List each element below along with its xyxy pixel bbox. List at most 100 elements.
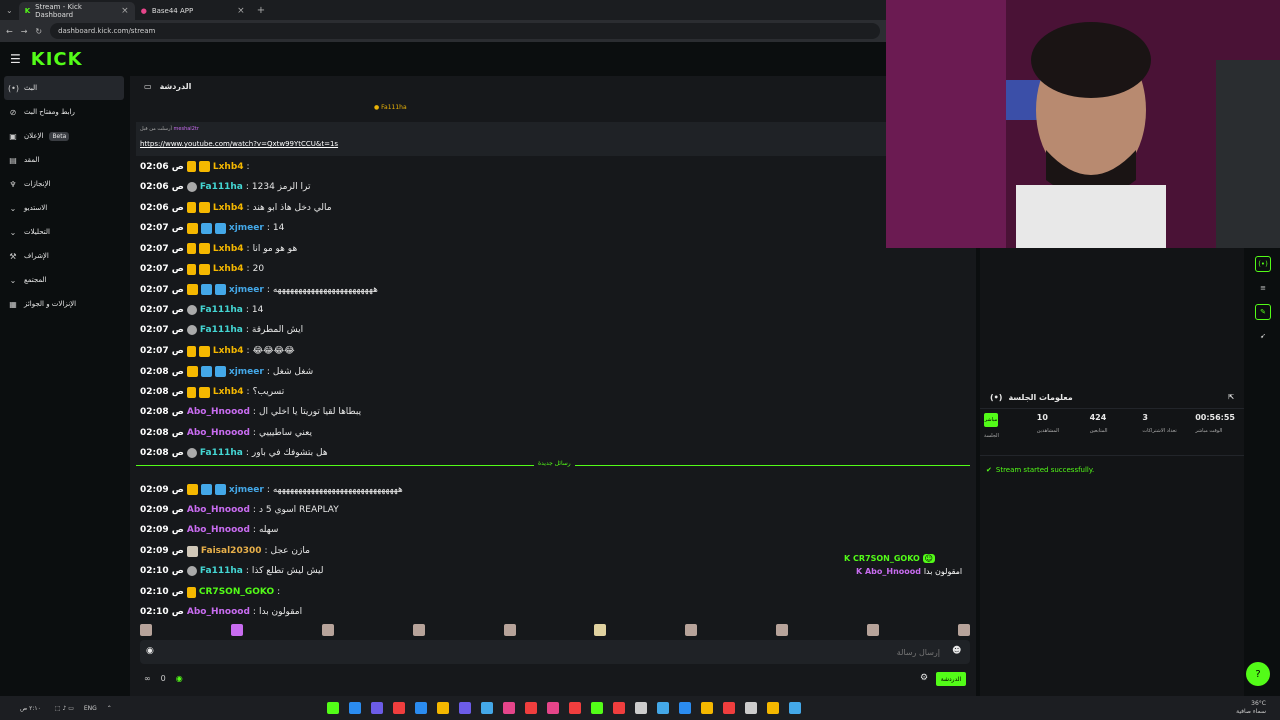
message-username[interactable]: Lxhb4	[213, 203, 244, 213]
chat-message: 02:07 ص xjmeer: ههههههههههههههههههههههههه	[140, 284, 378, 295]
message-username[interactable]: xjmeer	[229, 485, 264, 495]
sidebar-item[interactable]: ⚒ الإشراف	[0, 244, 128, 268]
chevron-up-icon[interactable]: ⌃	[107, 705, 112, 712]
message-username[interactable]: Fa111ha	[200, 566, 243, 576]
message-colon: :	[246, 243, 250, 254]
message-username[interactable]: Abo_Hnoood	[187, 407, 250, 417]
taskbar-app-icon[interactable]	[722, 702, 735, 714]
message-username[interactable]: Abo_Hnoood	[187, 607, 250, 617]
community-icon: ⌄	[9, 275, 17, 285]
sidebar-item[interactable]: ♆ الإنجازات	[0, 172, 128, 196]
avatar[interactable]	[776, 624, 789, 636]
taskbar-app-icon[interactable]	[788, 702, 801, 714]
sidebar-item[interactable]: (•) البث	[4, 76, 124, 100]
taskbar-app-icon[interactable]	[348, 702, 361, 714]
poll-icon[interactable]: ∞	[144, 674, 151, 683]
message-username[interactable]: Faisal20300	[201, 546, 262, 556]
taskbar-app-icon[interactable]	[590, 702, 603, 714]
message-time: 02:07 ص	[140, 325, 184, 335]
chat-settings-icon[interactable]: ⚙	[920, 673, 928, 683]
sidebar-item[interactable]: ▦ الإنزالات و الجوائز	[0, 292, 128, 316]
message-username[interactable]: Fa111ha	[200, 305, 243, 315]
menu-icon[interactable]: ☰	[10, 52, 21, 66]
mod-tools-icon[interactable]: ✎	[1255, 304, 1271, 320]
sidebar-item[interactable]: ⌄ المجتمع	[0, 268, 128, 292]
taskbar-app-icon[interactable]	[612, 702, 625, 714]
message-username[interactable]: xjmeer	[229, 367, 264, 377]
close-tab-icon[interactable]: ×	[237, 6, 245, 16]
emoji-icon[interactable]: ☻	[952, 646, 961, 656]
avatar[interactable]	[503, 624, 516, 636]
avatar[interactable]	[412, 624, 425, 636]
avatar[interactable]	[957, 624, 970, 636]
taskbar-app-icon[interactable]	[326, 702, 339, 714]
message-username[interactable]: Fa111ha	[200, 182, 243, 192]
taskbar-app-icon[interactable]	[744, 702, 757, 714]
tab-list-icon[interactable]: ⌄	[6, 6, 13, 15]
avatar[interactable]	[140, 624, 152, 636]
taskbar-app-icon[interactable]	[634, 702, 647, 714]
browser-tab-base44[interactable]: ● Base44 APP ×	[135, 2, 251, 20]
browser-tab-kick[interactable]: K Stream - Kick Dashboard ×	[18, 2, 135, 20]
taskbar-app-icon[interactable]	[766, 702, 779, 714]
message-username[interactable]: Lxhb4	[213, 387, 244, 397]
message-username[interactable]: Lxhb4	[213, 264, 244, 274]
language-indicator[interactable]: ENG	[84, 705, 97, 712]
avatar[interactable]	[230, 624, 243, 636]
rocket-icon[interactable]: ➹	[1255, 328, 1271, 344]
taskbar-app-icon[interactable]	[436, 702, 449, 714]
attach-icon[interactable]: ◉	[146, 646, 154, 656]
taskbar-app-icon[interactable]	[480, 702, 493, 714]
message-username[interactable]: Abo_Hnoood	[187, 428, 250, 438]
sidebar-item[interactable]: ⌄ التحليلات	[0, 220, 128, 244]
taskbar-app-icon[interactable]	[370, 702, 383, 714]
taskbar-app-icon[interactable]	[524, 702, 537, 714]
url-field[interactable]: dashboard.kick.com/stream	[50, 23, 880, 39]
forward-icon[interactable]: →	[21, 27, 28, 36]
message-username[interactable]: Lxhb4	[213, 162, 244, 172]
stat-live: مباشر الجلسة	[980, 409, 1033, 455]
reload-icon[interactable]: ↻	[35, 27, 42, 36]
sidebar-item[interactable]: ▣ الإعلان Beta	[0, 124, 128, 148]
new-tab-icon[interactable]: +	[257, 5, 265, 16]
taskbar-app-icon[interactable]	[392, 702, 405, 714]
avatar[interactable]	[867, 624, 879, 636]
taskbar-app-icon[interactable]	[546, 702, 559, 714]
message-username[interactable]: Lxhb4	[213, 244, 244, 254]
chat-input[interactable]	[160, 644, 940, 660]
close-tab-icon[interactable]: ×	[121, 6, 129, 16]
sidebar-item[interactable]: ⌄ الاستديو	[0, 196, 128, 220]
message-username[interactable]: CR7SON_GOKO	[199, 587, 274, 597]
taskbar-app-icon[interactable]	[414, 702, 427, 714]
help-button[interactable]: ?	[1246, 662, 1270, 686]
popout-icon[interactable]: ⇱	[1228, 393, 1234, 401]
stream-icon[interactable]: (•)	[1255, 256, 1271, 272]
chat-input-box: ◉ ☻	[140, 640, 970, 664]
message-username[interactable]: xjmeer	[229, 285, 264, 295]
sidebar-item[interactable]: ▤ المقد	[0, 148, 128, 172]
avatar[interactable]	[321, 624, 334, 636]
taskbar-app-icon[interactable]	[678, 702, 691, 714]
avatar[interactable]	[685, 624, 698, 636]
message-username[interactable]: Lxhb4	[213, 346, 244, 356]
taskbar-app-icon[interactable]	[568, 702, 581, 714]
message-username[interactable]: xjmeer	[229, 223, 264, 233]
taskbar-app-icon[interactable]	[700, 702, 713, 714]
message-username[interactable]: Abo_Hnoood	[187, 505, 250, 515]
pinned-link[interactable]: https://www.youtube.com/watch?v=Qxtw99Yt…	[140, 140, 338, 148]
message-username[interactable]: Fa111ha	[200, 448, 243, 458]
message-username[interactable]: Fa111ha	[200, 325, 243, 335]
taskbar-app-icon[interactable]	[656, 702, 669, 714]
message-time: 02:07 ص	[140, 284, 184, 295]
taskbar-app-icon[interactable]	[502, 702, 515, 714]
message-username[interactable]: Abo_Hnoood	[187, 525, 250, 535]
kick-logo[interactable]: KICK	[31, 49, 83, 70]
back-icon[interactable]: ←	[6, 27, 13, 36]
send-button[interactable]: الدردشة	[936, 672, 966, 686]
avatar[interactable]	[594, 624, 607, 636]
layers-icon[interactable]: ≡	[1255, 280, 1271, 296]
sidebar-item[interactable]: ⊘ رابط ومفتاح البث	[0, 100, 128, 124]
message-text: يعني ساطيييي	[258, 427, 312, 438]
taskbar-app-icon[interactable]	[458, 702, 471, 714]
stat-followers: 424 المتابعين	[1089, 413, 1108, 434]
